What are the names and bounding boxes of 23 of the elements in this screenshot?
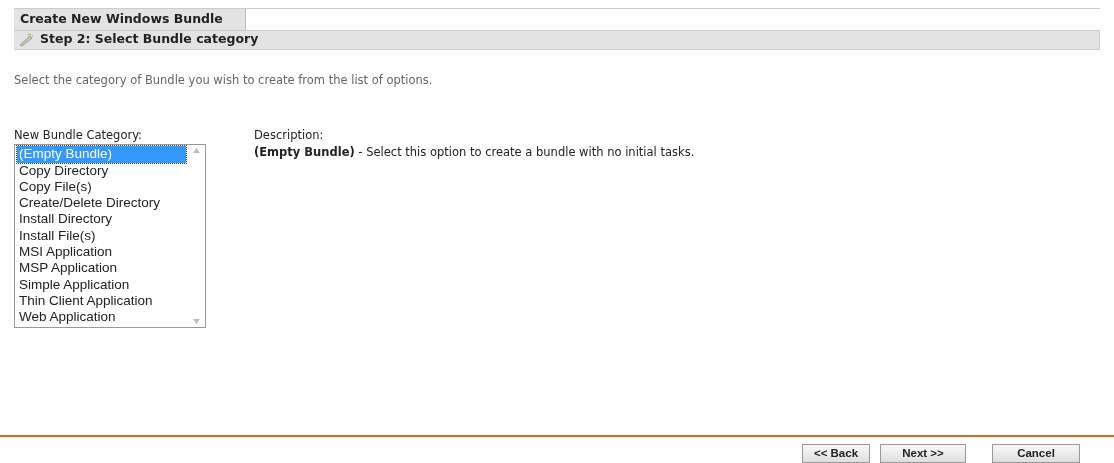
back-button[interactable]: << Back <box>802 444 870 463</box>
list-option[interactable]: Copy File(s) <box>17 178 186 196</box>
category-listbox[interactable]: (Empty Bundle) Copy Directory Copy File(s) Create/Delete Directory Install Directory Install File(s) MSI Application MSP Application Simple Application Thin Client Application Web Application <box>14 144 206 329</box>
list-option[interactable]: MSI Application <box>17 244 186 261</box>
scroll-down-icon[interactable] <box>193 319 200 325</box>
list-option[interactable]: Install File(s) <box>17 227 186 245</box>
instructions-text: Select the category of Bundle you wish to create from the list of options. <box>14 71 434 89</box>
scroll-up-icon[interactable] <box>193 148 200 154</box>
list-option[interactable]: Create/Delete Directory <box>17 195 186 212</box>
next-button[interactable]: Next >> <box>880 444 966 463</box>
list-option[interactable]: Install Directory <box>17 211 186 228</box>
list-option[interactable]: Thin Client Application <box>17 292 186 310</box>
category-label: New Bundle Category: <box>14 127 143 144</box>
step-title: Step 2: Select Bundle category <box>40 30 259 49</box>
description-text: (Empty Bundle) - Select this option to create a bundle with no initial tasks. <box>254 144 695 162</box>
list-option[interactable]: Simple Application <box>17 276 186 293</box>
list-option[interactable]: MSP Application <box>17 260 186 277</box>
cancel-button[interactable]: Cancel <box>992 444 1080 463</box>
list-option[interactable]: Web Application <box>17 309 186 326</box>
description-label: Description: <box>254 127 325 144</box>
window-title: Create New Windows Bundle <box>14 9 246 30</box>
wand-icon <box>18 32 34 47</box>
list-option[interactable]: Copy Directory <box>17 162 186 179</box>
